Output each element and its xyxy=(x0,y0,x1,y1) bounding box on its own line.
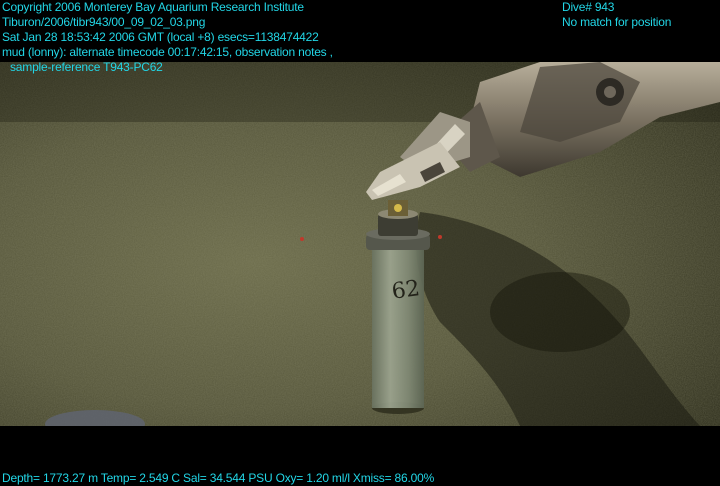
timestamp-line: Sat Jan 28 18:53:42 2006 GMT (local +8) … xyxy=(2,30,319,44)
header-overlay-left: Copyright 2006 Monterey Bay Aquarium Res… xyxy=(2,0,333,75)
sensor-readout-footer: Depth= 1773.27 m Temp= 2.549 C Sal= 34.5… xyxy=(2,471,435,485)
header-overlay-right: Dive# 943 No match for position xyxy=(562,0,671,30)
svg-text:62: 62 xyxy=(390,276,421,305)
seafloor-scene-image: 62 xyxy=(0,62,720,426)
sediment-core-tube: 62 xyxy=(366,200,430,414)
observation-notes-line: mud (lonny): alternate timecode 00:17:42… xyxy=(2,45,333,59)
file-path-line: Tiburon/2006/tibr943/00_09_02_03.png xyxy=(2,15,206,29)
video-frame: 62 Copyright 2006 Monterey Bay Aquarium … xyxy=(0,0,720,486)
dive-number: Dive# 943 xyxy=(562,0,615,14)
copyright-line: Copyright 2006 Monterey Bay Aquarium Res… xyxy=(2,0,304,14)
sample-reference-line: sample-reference T943-PC62 xyxy=(10,60,163,74)
position-status: No match for position xyxy=(562,15,672,29)
